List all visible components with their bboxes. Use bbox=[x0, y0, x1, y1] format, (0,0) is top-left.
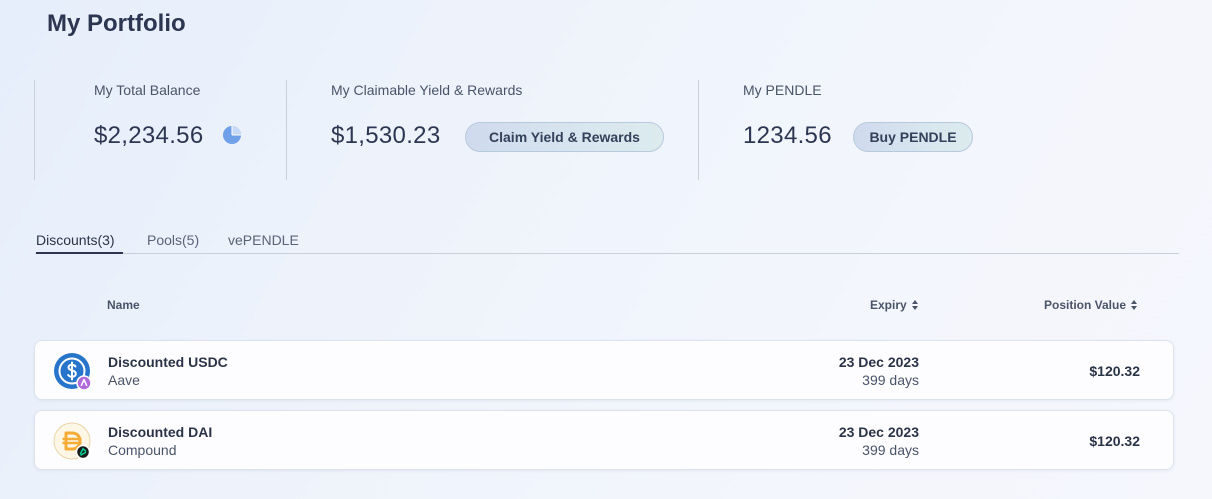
column-header-name-label: Name bbox=[107, 298, 140, 312]
pendle-label: My PENDLE bbox=[743, 82, 822, 98]
claim-yield-rewards-button[interactable]: Claim Yield & Rewards bbox=[465, 122, 664, 152]
claimable-value: $1,530.23 bbox=[331, 122, 441, 149]
column-header-name: Name bbox=[107, 298, 140, 312]
row-token-name: Discounted USDC bbox=[108, 354, 228, 370]
pie-chart-icon[interactable] bbox=[222, 125, 242, 145]
stat-divider bbox=[286, 80, 287, 180]
portfolio-stats: My Total Balance $2,234.56 My Claimable … bbox=[0, 80, 1212, 180]
stat-divider bbox=[698, 80, 699, 180]
row-expiry-days: 399 days bbox=[862, 372, 919, 388]
stat-divider bbox=[34, 80, 35, 180]
row-token-name: Discounted DAI bbox=[108, 424, 213, 440]
dai-icon bbox=[53, 422, 91, 460]
row-expiry-date: 23 Dec 2023 bbox=[838, 354, 919, 370]
buy-pendle-button[interactable]: Buy PENDLE bbox=[853, 122, 973, 152]
tab-pools[interactable]: Pools(5) bbox=[147, 232, 199, 248]
table-row[interactable]: Discounted USDC Aave 23 Dec 2023 399 day… bbox=[34, 340, 1174, 400]
active-tab-indicator bbox=[36, 252, 123, 254]
row-position-value: $120.32 bbox=[1089, 433, 1140, 449]
pendle-value: 1234.56 bbox=[743, 122, 832, 149]
portfolio-tabs: Discounts(3) Pools(5) vePENDLE bbox=[35, 230, 1179, 254]
total-balance-label: My Total Balance bbox=[94, 82, 201, 98]
table-row[interactable]: Discounted DAI Compound 23 Dec 2023 399 … bbox=[34, 410, 1174, 470]
column-header-expiry-label: Expiry bbox=[870, 298, 907, 312]
row-expiry-date: 23 Dec 2023 bbox=[838, 424, 919, 440]
column-header-position-value[interactable]: Position Value bbox=[1044, 298, 1138, 312]
row-protocol: Aave bbox=[108, 372, 140, 388]
sort-icon[interactable] bbox=[911, 299, 919, 311]
claimable-label: My Claimable Yield & Rewards bbox=[331, 82, 523, 98]
total-balance-value: $2,234.56 bbox=[94, 122, 204, 149]
tab-discounts[interactable]: Discounts(3) bbox=[36, 232, 115, 248]
column-header-position-value-label: Position Value bbox=[1044, 298, 1127, 312]
sort-icon[interactable] bbox=[1130, 299, 1138, 311]
page-title: My Portfolio bbox=[47, 10, 186, 37]
row-protocol: Compound bbox=[108, 442, 177, 458]
tab-vependle[interactable]: vePENDLE bbox=[228, 232, 299, 248]
column-header-expiry[interactable]: Expiry bbox=[870, 298, 919, 312]
row-expiry-days: 399 days bbox=[862, 442, 919, 458]
row-position-value: $120.32 bbox=[1089, 363, 1140, 379]
usdc-icon bbox=[54, 353, 91, 390]
